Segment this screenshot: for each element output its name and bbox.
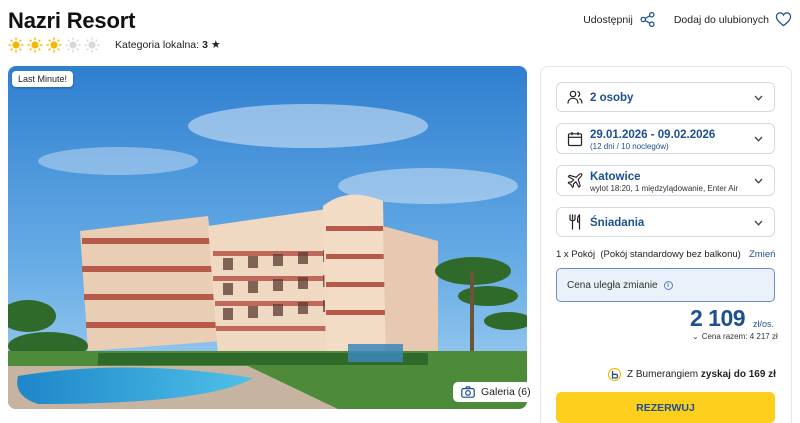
dates-select[interactable]: 29.01.2026 - 09.02.2026 (12 dni / 10 noc… [556,123,775,154]
chevron-down-icon [754,95,763,101]
board-value: Śniadania [590,217,645,229]
gallery-button[interactable]: Galeria (6) [453,382,539,402]
board-select[interactable]: Śniadania [556,207,775,237]
share-button[interactable]: Udostępnij [583,11,656,28]
sun-rating [8,37,100,53]
room-description: 1 x Pokój (Pokój standardowy bez balkonu… [556,249,741,260]
notice-text: Cena uległa zmianie [567,279,658,291]
hotel-name: Nazri Resort [8,8,136,33]
sun-icon-empty [65,37,81,53]
hotel-photo-image [8,66,527,409]
total-price-text: Cena razem: 4 217 zł [701,332,778,341]
persons-value: 2 osoby [590,92,634,104]
departure-city: Katowice [590,171,641,183]
boomerang-amount: zyskaj do 169 zł [700,369,776,380]
dates-value: 29.01.2026 - 09.02.2026 [590,129,716,141]
departure-select[interactable]: Katowice wylot 18:20, 1 międzylądowanie,… [556,165,775,196]
star-icon: ★ [210,38,221,51]
dates-subtext: (12 dni / 10 noclegów) [590,142,669,151]
price-per-person: 2 109 [690,305,746,331]
airplane-icon [567,172,583,188]
add-to-favorites-button[interactable]: Dodaj do ulubionych [674,11,792,28]
share-label: Udostępnij [583,13,633,26]
boomerang-prefix: Z Bumerangiem [627,369,701,380]
camera-icon [461,386,475,398]
chevron-down-icon: ⌄ [692,332,699,341]
boomerang-logo-icon [608,368,621,381]
sun-icon-empty [84,37,100,53]
hotel-photo[interactable] [8,66,527,409]
chevron-down-icon [754,178,763,184]
top-actions: Udostępnij Dodaj do ulubionych [583,11,792,28]
category-value: 3 [202,39,208,51]
chevron-down-icon [754,136,763,142]
calendar-icon [567,131,583,146]
chevron-down-icon [754,220,763,226]
last-minute-badge: Last Minute! [12,71,74,87]
category-label: Kategoria lokalna: [115,39,200,51]
gallery-label: Galeria (6) [481,386,531,398]
sun-icon-filled [27,37,43,53]
heart-icon [775,12,792,27]
people-icon [567,90,583,104]
price-unit: zł/os. [753,319,775,329]
local-category: Kategoria lokalna: 3 ★ [115,39,221,51]
cutlery-icon [569,214,581,230]
change-room-link[interactable]: Zmień [749,249,775,260]
price-changed-notice: Cena uległa zmianie i [556,268,775,302]
info-icon[interactable]: i [663,280,673,290]
boomerang-promo: Z Bumerangiem zyskaj do 169 zł [608,368,776,381]
persons-select[interactable]: 2 osoby [556,82,775,112]
departure-details: wylot 18:20, 1 międzylądowanie, Enter Ai… [590,184,739,193]
reserve-button[interactable]: REZERWUJ [556,392,775,423]
favorite-label: Dodaj do ulubionych [673,13,769,26]
total-price[interactable]: ⌄ Cena razem: 4 217 zł [692,332,778,341]
sun-icon-filled [46,37,62,53]
share-icon [640,11,655,28]
sun-icon-filled [8,37,24,53]
